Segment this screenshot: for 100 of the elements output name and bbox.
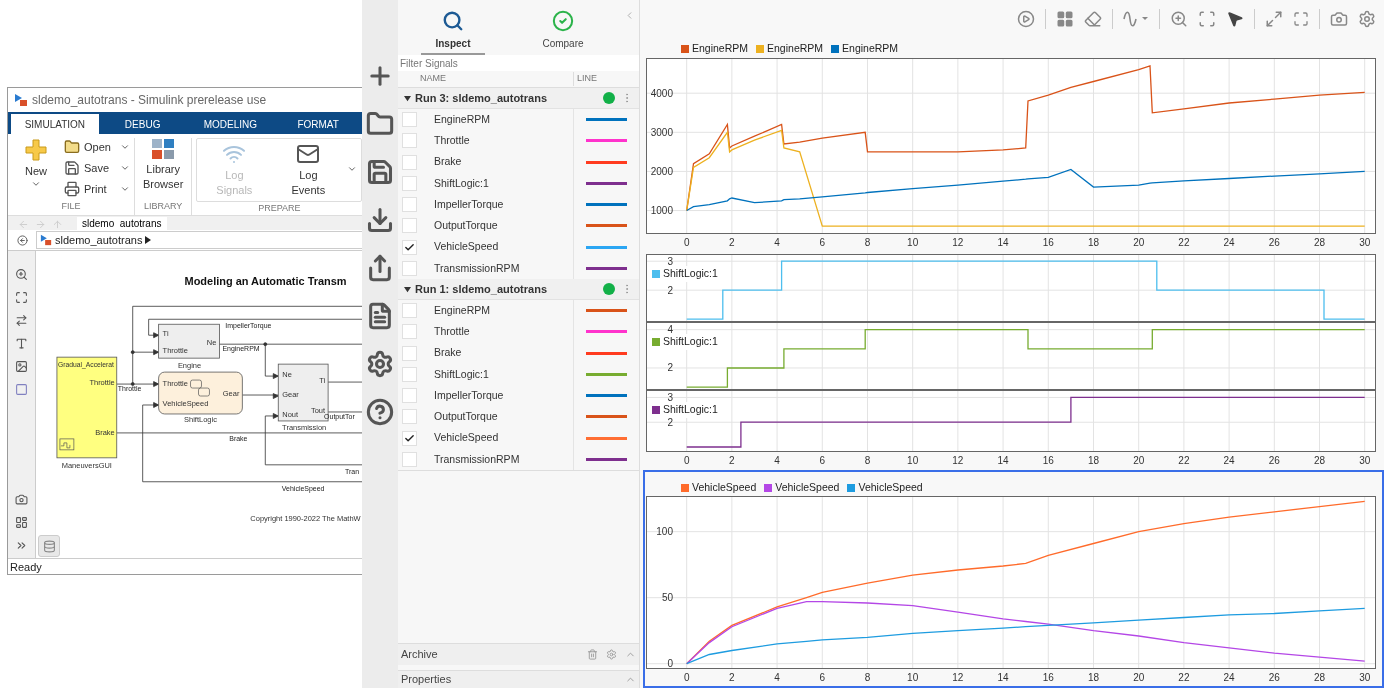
- breadcrumb-link[interactable]: sldemo_autotrans: [55, 231, 143, 249]
- settings-icon[interactable]: [366, 350, 394, 378]
- line-swatch[interactable]: [586, 415, 627, 419]
- arrows-icon[interactable]: [15, 314, 28, 327]
- checkbox[interactable]: [401, 324, 417, 340]
- expand-icon[interactable]: [1265, 10, 1283, 28]
- checkbox[interactable]: [401, 430, 417, 446]
- help-icon[interactable]: [366, 398, 394, 426]
- line-swatch[interactable]: [586, 203, 627, 207]
- axis-tick-label: 2: [729, 455, 735, 466]
- line-swatch[interactable]: [586, 245, 627, 249]
- plot-panel[interactable]: VehicleSpeed VehicleSpeed VehicleSpeed 0 50 100 0 2 4 6 8 10 12 14 16 18 20 22 24 26 28 30: [643, 470, 1384, 688]
- checkbox[interactable]: [401, 303, 417, 319]
- download-icon[interactable]: [366, 206, 394, 234]
- document-icon[interactable]: [366, 302, 394, 330]
- data-button[interactable]: [38, 535, 60, 557]
- run-header[interactable]: Run 3: sldemo_autotrans: [398, 88, 639, 109]
- run-name: Run 1: sldemo_autotrans: [415, 281, 549, 297]
- save-icon[interactable]: [366, 158, 394, 186]
- inspector-tab[interactable]: Compare: [508, 0, 618, 55]
- axis-tick-label: 50: [661, 592, 673, 604]
- line-swatch[interactable]: [586, 457, 627, 461]
- ribbon-button[interactable]: Log Events: [273, 142, 344, 198]
- checkbox[interactable]: [401, 112, 417, 128]
- status-text: Ready: [10, 560, 42, 574]
- text-icon[interactable]: [15, 337, 28, 350]
- axis-tick-label: 2: [667, 284, 673, 296]
- ribbon-tab[interactable]: FORMAT: [274, 114, 362, 134]
- folder-icon[interactable]: [366, 110, 394, 138]
- play-icon[interactable]: [1017, 10, 1035, 28]
- line-swatch[interactable]: [586, 181, 627, 185]
- plot-panel[interactable]: EngineRPM EngineRPM EngineRPM 1000 2000 3000 4000 0 2 4 6 8 10 12 14 16 18 20 22 24 26 28 30: [643, 38, 1384, 252]
- axis-tick-label: 26: [1268, 672, 1280, 683]
- checkbox[interactable]: [401, 175, 417, 191]
- plot-panel[interactable]: 2 3 ShiftLogic:1 2 4 ShiftLogic:1 2 3 0 2 4 6 8 10 12 14 16 18 20 22 24 26 28 30 ShiftLogic:1: [643, 252, 1384, 470]
- checkbox[interactable]: [401, 388, 417, 404]
- expand-icon[interactable]: [15, 539, 28, 552]
- line-swatch[interactable]: [586, 309, 627, 313]
- line-swatch[interactable]: [586, 224, 627, 228]
- checkbox[interactable]: [401, 218, 417, 234]
- line-swatch[interactable]: [586, 118, 627, 122]
- line-swatch[interactable]: [586, 266, 627, 270]
- caret-icon[interactable]: [404, 94, 411, 102]
- checkbox[interactable]: [401, 345, 417, 361]
- share-icon[interactable]: [366, 254, 394, 282]
- line-swatch[interactable]: [586, 351, 627, 355]
- diagram-block[interactable]: [158, 371, 243, 415]
- fullscreen-icon[interactable]: [1293, 11, 1309, 27]
- eraser-icon[interactable]: [1084, 10, 1102, 28]
- axis-tick-label: 18: [1087, 672, 1100, 683]
- axis-tick-label: 100: [656, 526, 673, 538]
- fit-icon[interactable]: [15, 291, 28, 304]
- filter-field[interactable]: Filter Signals: [398, 55, 639, 71]
- settings-icon[interactable]: [1358, 10, 1376, 28]
- run-header[interactable]: Run 1: sldemo_autotrans: [398, 279, 639, 300]
- signal-name: Brake: [433, 154, 463, 170]
- checkbox[interactable]: [401, 154, 417, 170]
- ribbon-tab[interactable]: SIMULATION: [11, 114, 99, 134]
- properties-panel[interactable]: Properties: [398, 670, 639, 688]
- model-tab[interactable]: sldemo autotrans: [77, 217, 167, 230]
- zoom-icon[interactable]: [1170, 10, 1188, 28]
- ribbon-button[interactable]: New: [12, 138, 60, 189]
- checkbox[interactable]: [401, 133, 417, 149]
- diagram-block[interactable]: [158, 323, 220, 359]
- line-swatch[interactable]: [586, 139, 627, 143]
- square-icon[interactable]: [15, 383, 28, 396]
- ribbon-button[interactable]: Open: [64, 138, 130, 156]
- diagram-block[interactable]: [56, 356, 118, 459]
- ribbon-button[interactable]: Save: [64, 159, 130, 177]
- ribbon-button[interactable]: Print: [64, 180, 130, 198]
- camera-icon[interactable]: [15, 493, 28, 506]
- line-swatch[interactable]: [586, 394, 627, 398]
- checkbox[interactable]: [401, 197, 417, 213]
- ribbon-tab[interactable]: DEBUG: [98, 114, 187, 134]
- line-swatch[interactable]: [586, 330, 627, 334]
- section-title: FILE: [61, 199, 81, 213]
- camera-icon[interactable]: [1330, 10, 1348, 28]
- zoom-icon[interactable]: [15, 268, 28, 281]
- trash-icon[interactable]: [587, 649, 598, 660]
- line-swatch[interactable]: [586, 372, 627, 376]
- fit-icon[interactable]: [1198, 10, 1216, 28]
- checkbox[interactable]: [401, 451, 417, 467]
- signal-name: ShiftLogic:1: [433, 366, 490, 382]
- ribbon-button[interactable]: Library Browser: [139, 138, 188, 192]
- checkbox[interactable]: [401, 409, 417, 425]
- layout-icon[interactable]: [15, 516, 28, 529]
- image-icon[interactable]: [15, 360, 28, 373]
- back-icon[interactable]: [16, 234, 28, 246]
- grid-icon[interactable]: [1056, 10, 1074, 28]
- checkbox[interactable]: [401, 239, 417, 255]
- checkbox[interactable]: [401, 366, 417, 382]
- caret-icon[interactable]: [404, 285, 411, 293]
- line-swatch[interactable]: [586, 436, 627, 440]
- wave-icon[interactable]: [1123, 10, 1149, 28]
- chart-icon: [190, 379, 210, 397]
- archive-panel[interactable]: Archive: [398, 643, 639, 665]
- ribbon-tab[interactable]: MODELING: [186, 114, 275, 134]
- checkbox[interactable]: [401, 260, 417, 276]
- line-swatch[interactable]: [586, 160, 627, 164]
- cursor-icon[interactable]: [1226, 10, 1244, 28]
